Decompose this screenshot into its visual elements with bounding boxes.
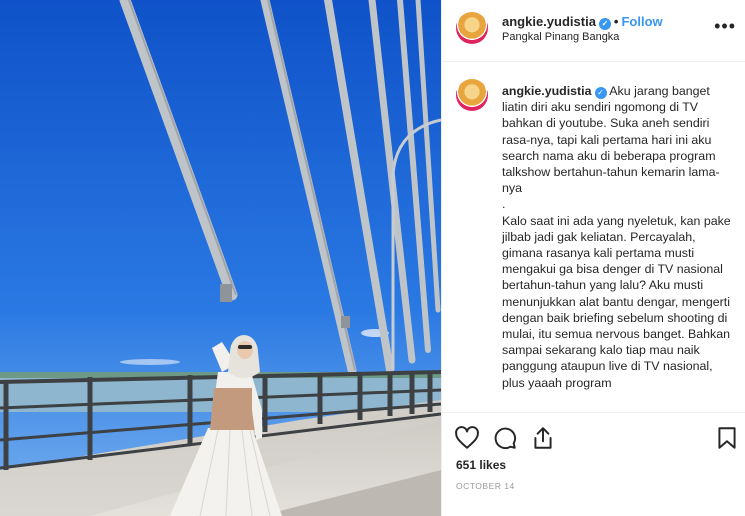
follow-button[interactable]: Follow <box>621 14 662 29</box>
photo-scene <box>0 0 441 516</box>
caption-verified-badge-icon: ✓ <box>594 87 607 99</box>
post-panel: angkie.yudistia ✓ • Follow Pangkal Pinang B… <box>441 0 745 516</box>
heart-icon[interactable] <box>454 425 480 451</box>
post-date[interactable]: October 14 <box>456 481 515 491</box>
actions-bar: 651 likes October 14 <box>442 412 745 516</box>
avatar[interactable] <box>456 12 488 44</box>
share-icon[interactable] <box>530 425 556 451</box>
header-username-row: angkie.yudistia ✓ • Follow <box>502 14 663 30</box>
username-link[interactable]: angkie.yudistia <box>502 14 596 29</box>
post-header: angkie.yudistia ✓ • Follow Pangkal Pinang B… <box>442 0 745 62</box>
more-options-icon[interactable]: ••• <box>714 16 736 37</box>
caption-username[interactable]: angkie.yudistia <box>502 84 592 98</box>
post-photo[interactable] <box>0 0 441 516</box>
verified-badge-icon: ✓ <box>598 18 611 30</box>
comments-section: angkie.yudistia ✓ Aku jarang banget liati… <box>442 63 745 412</box>
caption-avatar[interactable] <box>456 79 488 111</box>
caption: angkie.yudistia ✓ Aku jarang banget liati… <box>502 83 734 391</box>
location-link[interactable]: Pangkal Pinang Bangka <box>502 31 619 43</box>
likes-count[interactable]: 651 likes <box>456 458 506 472</box>
separator-dot: • <box>613 14 619 29</box>
comment-icon[interactable] <box>492 425 518 451</box>
caption-text: Aku jarang banget liatin diri aku sendir… <box>502 84 731 390</box>
bookmark-icon[interactable] <box>714 425 740 451</box>
